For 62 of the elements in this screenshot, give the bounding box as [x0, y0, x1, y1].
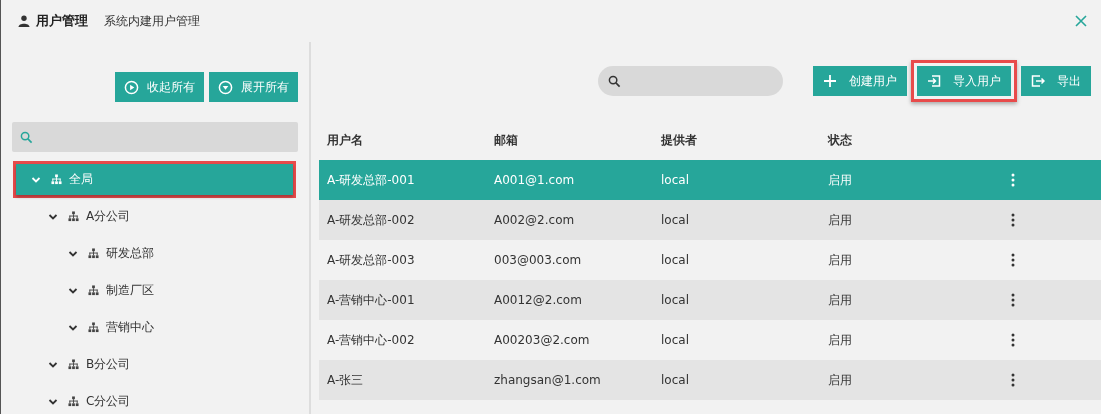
- plus-icon: [823, 74, 837, 88]
- table-cell-text: A00203@2.com: [494, 333, 591, 347]
- table-cell-text: A-研发总部-003: [327, 251, 416, 269]
- page-subtitle: 系统内建用户管理: [104, 12, 200, 30]
- table-cell-text: 启用: [828, 331, 853, 349]
- org-chart-icon: [68, 211, 79, 222]
- page-title: 用户管理: [36, 12, 88, 30]
- table-cell-text: A-张三: [327, 371, 365, 389]
- org-chart-icon: [88, 285, 99, 296]
- tree-item[interactable]: C分公司: [13, 383, 296, 414]
- more-icon[interactable]: [1011, 333, 1015, 347]
- table-cell-text: 启用: [828, 371, 853, 389]
- column-header: 提供者: [661, 131, 698, 149]
- table-cell-text: A002@2.com: [494, 213, 576, 227]
- table-cell-text: zhangsan@1.com: [494, 373, 602, 387]
- circle-caret-down-icon: [218, 79, 233, 95]
- tree-item[interactable]: 研发总部: [13, 235, 296, 272]
- table-cell-text: local: [661, 173, 690, 187]
- close-icon[interactable]: [1075, 15, 1087, 27]
- tree-search-field[interactable]: [12, 122, 298, 152]
- org-chart-icon: [88, 248, 99, 259]
- table-cell-text: A-营销中心-001: [327, 291, 416, 309]
- import-icon: [927, 74, 941, 88]
- table-cell-text: local: [661, 333, 690, 347]
- table-cell-text: local: [661, 373, 690, 387]
- tree-item[interactable]: B分公司: [13, 346, 296, 383]
- more-icon[interactable]: [1011, 293, 1015, 307]
- column-header: 邮箱: [494, 131, 519, 149]
- tree-item[interactable]: 制造厂区: [13, 272, 296, 309]
- more-icon[interactable]: [1011, 253, 1015, 267]
- table-row[interactable]: A-研发总部-002 A002@2.com local 启用: [319, 200, 1101, 240]
- column-header: 用户名: [327, 131, 364, 149]
- search-icon: [20, 130, 33, 144]
- more-icon[interactable]: [1011, 213, 1015, 227]
- table-cell-text: A-研发总部-002: [327, 211, 416, 229]
- org-chart-icon: [68, 396, 79, 407]
- table-cell-text: A-营销中心-002: [327, 331, 416, 349]
- circle-play-icon: [124, 79, 139, 95]
- table-cell-text: A0012@2.com: [494, 293, 583, 307]
- more-icon[interactable]: [1011, 373, 1015, 387]
- table-cell-text: 启用: [828, 251, 853, 269]
- export-icon: [1031, 74, 1045, 88]
- table-cell-text: 启用: [828, 291, 853, 309]
- table-cell-text: local: [661, 213, 690, 227]
- org-chart-icon: [88, 322, 99, 333]
- tree-item[interactable]: A分公司: [13, 198, 296, 235]
- user-icon: [18, 15, 30, 27]
- table-cell-text: local: [661, 253, 690, 267]
- table-row[interactable]: A-营销中心-001 A0012@2.com local 启用: [319, 280, 1101, 320]
- table-row[interactable]: A-张三 zhangsan@1.com local 启用: [319, 360, 1101, 400]
- search-icon: [608, 74, 621, 88]
- table-cell-text: A-研发总部-001: [327, 171, 416, 189]
- org-chart-icon: [51, 174, 62, 185]
- table-cell-text: 启用: [828, 171, 853, 189]
- user-search-field[interactable]: [598, 66, 783, 96]
- table-cell-text: A001@1.com: [494, 173, 576, 187]
- table-cell-text: local: [661, 293, 690, 307]
- org-chart-icon: [68, 359, 79, 370]
- table-cell-text: 启用: [828, 211, 853, 229]
- column-header: 状态: [828, 131, 853, 149]
- tree-item[interactable]: 营销中心: [13, 309, 296, 346]
- table-cell-text: 003@003.com: [494, 253, 583, 267]
